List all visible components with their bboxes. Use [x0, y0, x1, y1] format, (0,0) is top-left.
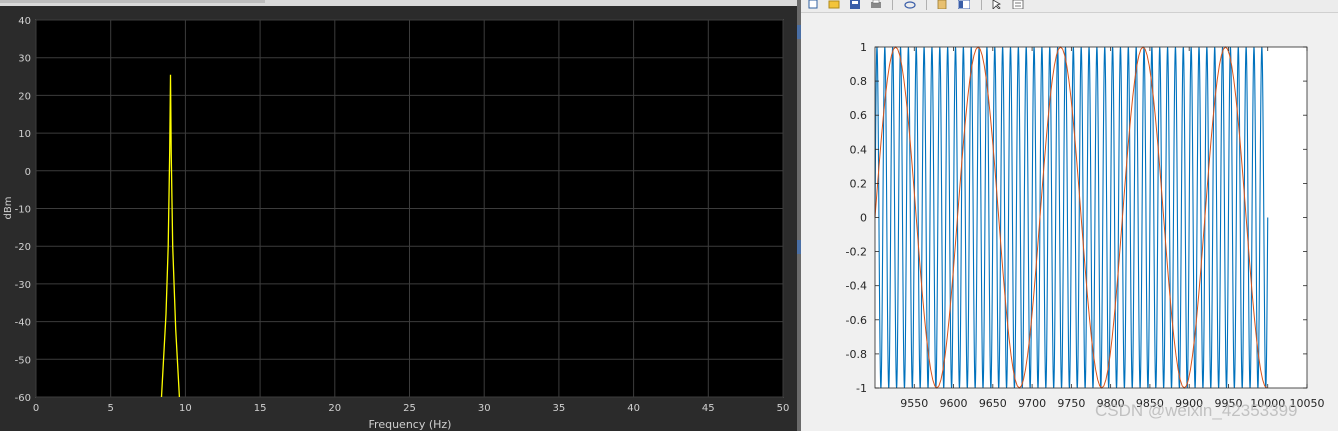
spectrum-x-tick-label: 30 [478, 403, 491, 414]
sine-y-tick-label: 0.6 [850, 109, 868, 122]
spectrum-x-tick-label: 50 [777, 403, 790, 414]
spectrum-chart: 0 5 10 15 20 25 30 35 40 45 50 40 30 20 10 0 -10 -20 -30 -4… [3, 16, 790, 431]
spectrum-x-tick-label: 40 [627, 403, 640, 414]
spectrum-x-tick-label: 25 [403, 403, 416, 414]
spectrum-x-tick-label: 10 [179, 403, 192, 414]
sine-y-tick-label: 1 [860, 41, 867, 54]
spectrum-x-tick-label: 0 [33, 403, 39, 414]
sine-y-tick-label: -0.2 [846, 246, 867, 259]
spectrum-y-tick-label: -50 [15, 355, 31, 366]
spectrum-analyzer-panel: 0 5 10 15 20 25 30 35 40 45 50 40 30 20 10 0 -10 -20 -30 -4… [0, 0, 797, 431]
sine-y-tick-label: 0 [860, 212, 867, 225]
spectrum-x-tick-label: 35 [553, 403, 566, 414]
sine-y-tick-label: 0.8 [850, 75, 868, 88]
spectrum-y-axis-label: dBm [3, 197, 14, 220]
sine-y-tick-label: -0.4 [846, 280, 867, 293]
spectrum-y-tick-label: -20 [15, 242, 31, 253]
spectrum-x-tick-label: 15 [254, 403, 267, 414]
spectrum-y-tick-label: 40 [18, 16, 31, 27]
sine-y-tick-label: -0.6 [846, 314, 867, 327]
csdn-watermark: CSDN @weixin_42353399 [1095, 401, 1297, 420]
spectrum-y-tick-label: -60 [15, 393, 31, 404]
sine-y-tick-label: -1 [856, 382, 867, 395]
figure-panel: 9550 9600 9650 9700 9750 9800 9850 9900 9950 1000… [801, 0, 1338, 431]
spectrum-x-axis-label: Frequency (Hz) [369, 418, 452, 431]
sine-x-tick-label: 9650 [979, 397, 1007, 410]
spectrum-x-tick-label: 20 [328, 403, 341, 414]
spectrum-y-tick-label: -10 [15, 205, 31, 216]
sine-x-tick-label: 9750 [1057, 397, 1085, 410]
sine-y-tick-label: 0.4 [850, 143, 868, 156]
spectrum-x-tick-label: 5 [108, 403, 114, 414]
spectrum-y-tick-label: 30 [18, 54, 31, 65]
sine-x-tick-label: 9700 [1018, 397, 1046, 410]
sine-chart: 9550 9600 9650 9700 9750 9800 9850 9900 9950 1000… [846, 41, 1325, 420]
spectrum-y-tick-label: -30 [15, 280, 31, 291]
sine-y-tick-label: 0.2 [850, 177, 868, 190]
sine-x-tick-label: 9600 [940, 397, 968, 410]
spectrum-y-tick-label: 0 [25, 167, 31, 178]
sine-y-tick-label: -0.8 [846, 348, 867, 361]
spectrum-x-tick-label: 45 [702, 403, 715, 414]
spectrum-y-tick-label: -40 [15, 318, 31, 329]
sine-x-tick-label: 9550 [900, 397, 928, 410]
spectrum-y-tick-label: 10 [18, 129, 31, 140]
spectrum-y-tick-label: 20 [18, 91, 31, 102]
